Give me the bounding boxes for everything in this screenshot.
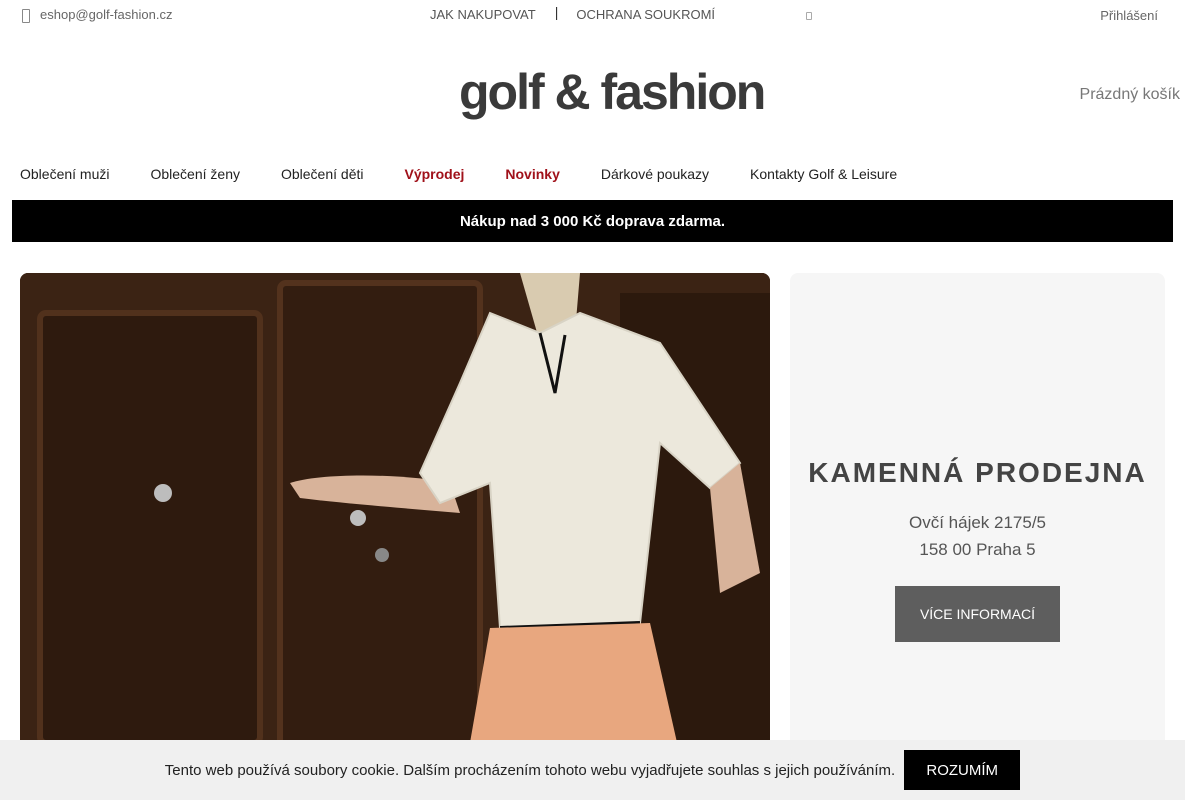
address-street: Ovčí hájek 2175/5 (908, 513, 1047, 532)
search-icon[interactable] (806, 12, 812, 20)
store-card: KAMENNÁ PRODEJNA Ovčí hájek 2175/5 158 0… (790, 273, 1165, 800)
cookie-bar: Tento web používá soubory cookie. Dalším… (0, 740, 1185, 800)
lock-icon (350, 510, 366, 526)
hero-image[interactable] (20, 273, 770, 800)
nav-item-new[interactable]: Novinky (505, 166, 559, 182)
login-link[interactable]: Přihlášení (1100, 8, 1158, 23)
address-city: 158 00 Praha 5 (919, 540, 1036, 559)
phone-icon (20, 8, 32, 23)
hero-illustration (20, 273, 770, 800)
logo[interactable]: golf & fashion (459, 62, 766, 122)
separator: | (554, 4, 559, 20)
door-panel-middle (277, 280, 483, 756)
lock-icon (375, 548, 389, 562)
nav-item-contacts[interactable]: Kontakty Golf & Leisure (750, 166, 897, 182)
more-info-button[interactable]: VÍCE INFORMACÍ (895, 586, 1060, 642)
accept-cookies-button[interactable]: ROZUMÍM (904, 750, 1021, 790)
info-links: JAK NAKUPOVAT | OCHRANA SOUKROMÍ (430, 4, 715, 22)
store-address: Ovčí hájek 2175/5 158 00 Praha 5 (790, 509, 1165, 563)
cookie-message: Tento web používá soubory cookie. Dalším… (164, 761, 896, 779)
nav-item-women[interactable]: Oblečení ženy (150, 166, 240, 182)
cart-link[interactable]: Prázdný košík (1080, 86, 1180, 104)
email-text[interactable]: eshop@golf-fashion.cz (40, 7, 172, 22)
nav-item-men[interactable]: Oblečení muži (20, 166, 109, 182)
contact-email[interactable]: eshop@golf-fashion.cz (20, 7, 172, 23)
store-title: KAMENNÁ PRODEJNA (808, 457, 1147, 488)
link-privacy[interactable]: OCHRANA SOUKROMÍ (576, 7, 715, 22)
promo-banner: Nákup nad 3 000 Kč doprava zdarma. (12, 200, 1173, 242)
nav-item-sale[interactable]: Výprodej (404, 166, 464, 182)
link-how-to-buy[interactable]: JAK NAKUPOVAT (430, 7, 536, 22)
promo-text: Nákup nad 3 000 Kč doprava zdarma. (459, 212, 726, 230)
lock-icon (154, 484, 172, 502)
top-bar: eshop@golf-fashion.cz JAK NAKUPOVAT | OC… (0, 0, 1185, 32)
nav-item-gift-vouchers[interactable]: Dárkové poukazy (601, 166, 709, 182)
main-nav: Oblečení muži Oblečení ženy Oblečení dět… (20, 166, 938, 182)
door-panel-left (37, 310, 263, 746)
nav-item-kids[interactable]: Oblečení děti (281, 166, 364, 182)
